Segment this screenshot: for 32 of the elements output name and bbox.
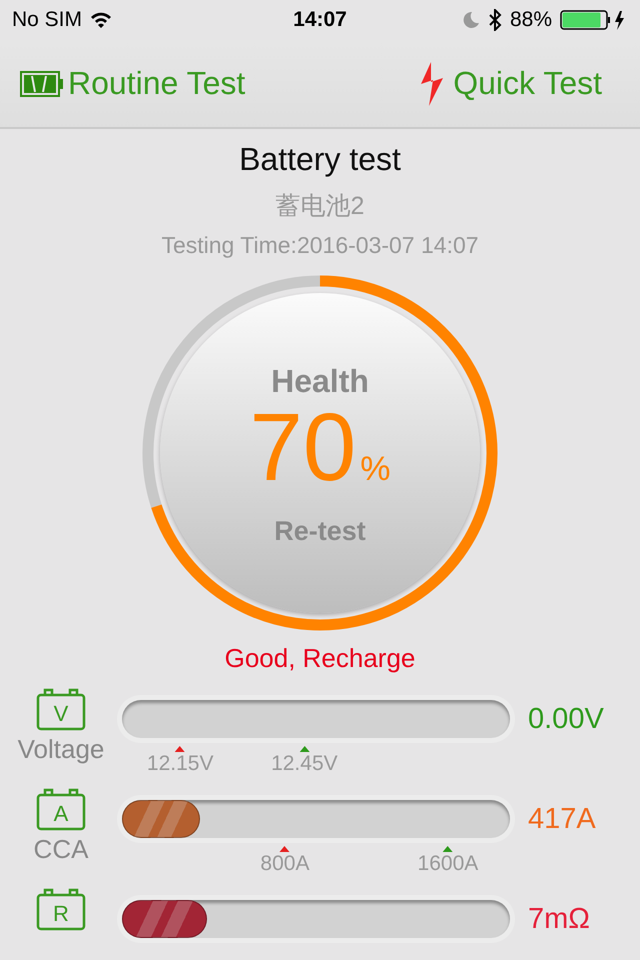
threshold-marker <box>299 746 310 752</box>
threshold-label: 1600A <box>418 852 478 876</box>
threshold-label: 12.15V <box>146 752 214 776</box>
meter-label: CCA <box>34 834 88 865</box>
threshold-marker <box>280 846 290 852</box>
threshold-marker <box>175 746 186 752</box>
lightning-icon <box>419 62 446 106</box>
meter-value: 417A <box>527 802 597 836</box>
meter-value: 0.00V <box>527 702 605 736</box>
threshold-label: 800A <box>260 852 310 876</box>
clock-time: 14:07 <box>293 8 347 31</box>
retest-button[interactable]: Re-test <box>274 516 366 547</box>
battery-icon <box>20 70 64 98</box>
battery-icon <box>560 10 610 30</box>
health-value: 70 <box>249 398 356 498</box>
threshold-label: 12.45V <box>271 752 338 776</box>
bluetooth-icon <box>488 9 502 31</box>
threshold-marker <box>442 846 453 852</box>
verdict-text: Good, Recharge <box>224 643 416 674</box>
page-title: Battery test <box>239 141 401 179</box>
meter-value: 7mΩ <box>527 902 591 936</box>
routine-test-tab[interactable]: Routine Test <box>20 65 246 102</box>
carrier-name: No SIM <box>12 8 82 32</box>
battery-name: 蓄电池2 <box>276 191 364 222</box>
quick-test-tab[interactable]: Quick Test <box>419 62 602 106</box>
testing-time: Testing Time:2016-03-07 14:07 <box>161 232 479 259</box>
charging-icon <box>615 11 624 30</box>
battery-percent: 88% <box>510 8 552 32</box>
percent-unit: % <box>360 450 390 489</box>
meter-label: Voltage <box>18 734 104 765</box>
health-label: Health <box>271 363 369 400</box>
wifi-icon <box>90 11 112 29</box>
